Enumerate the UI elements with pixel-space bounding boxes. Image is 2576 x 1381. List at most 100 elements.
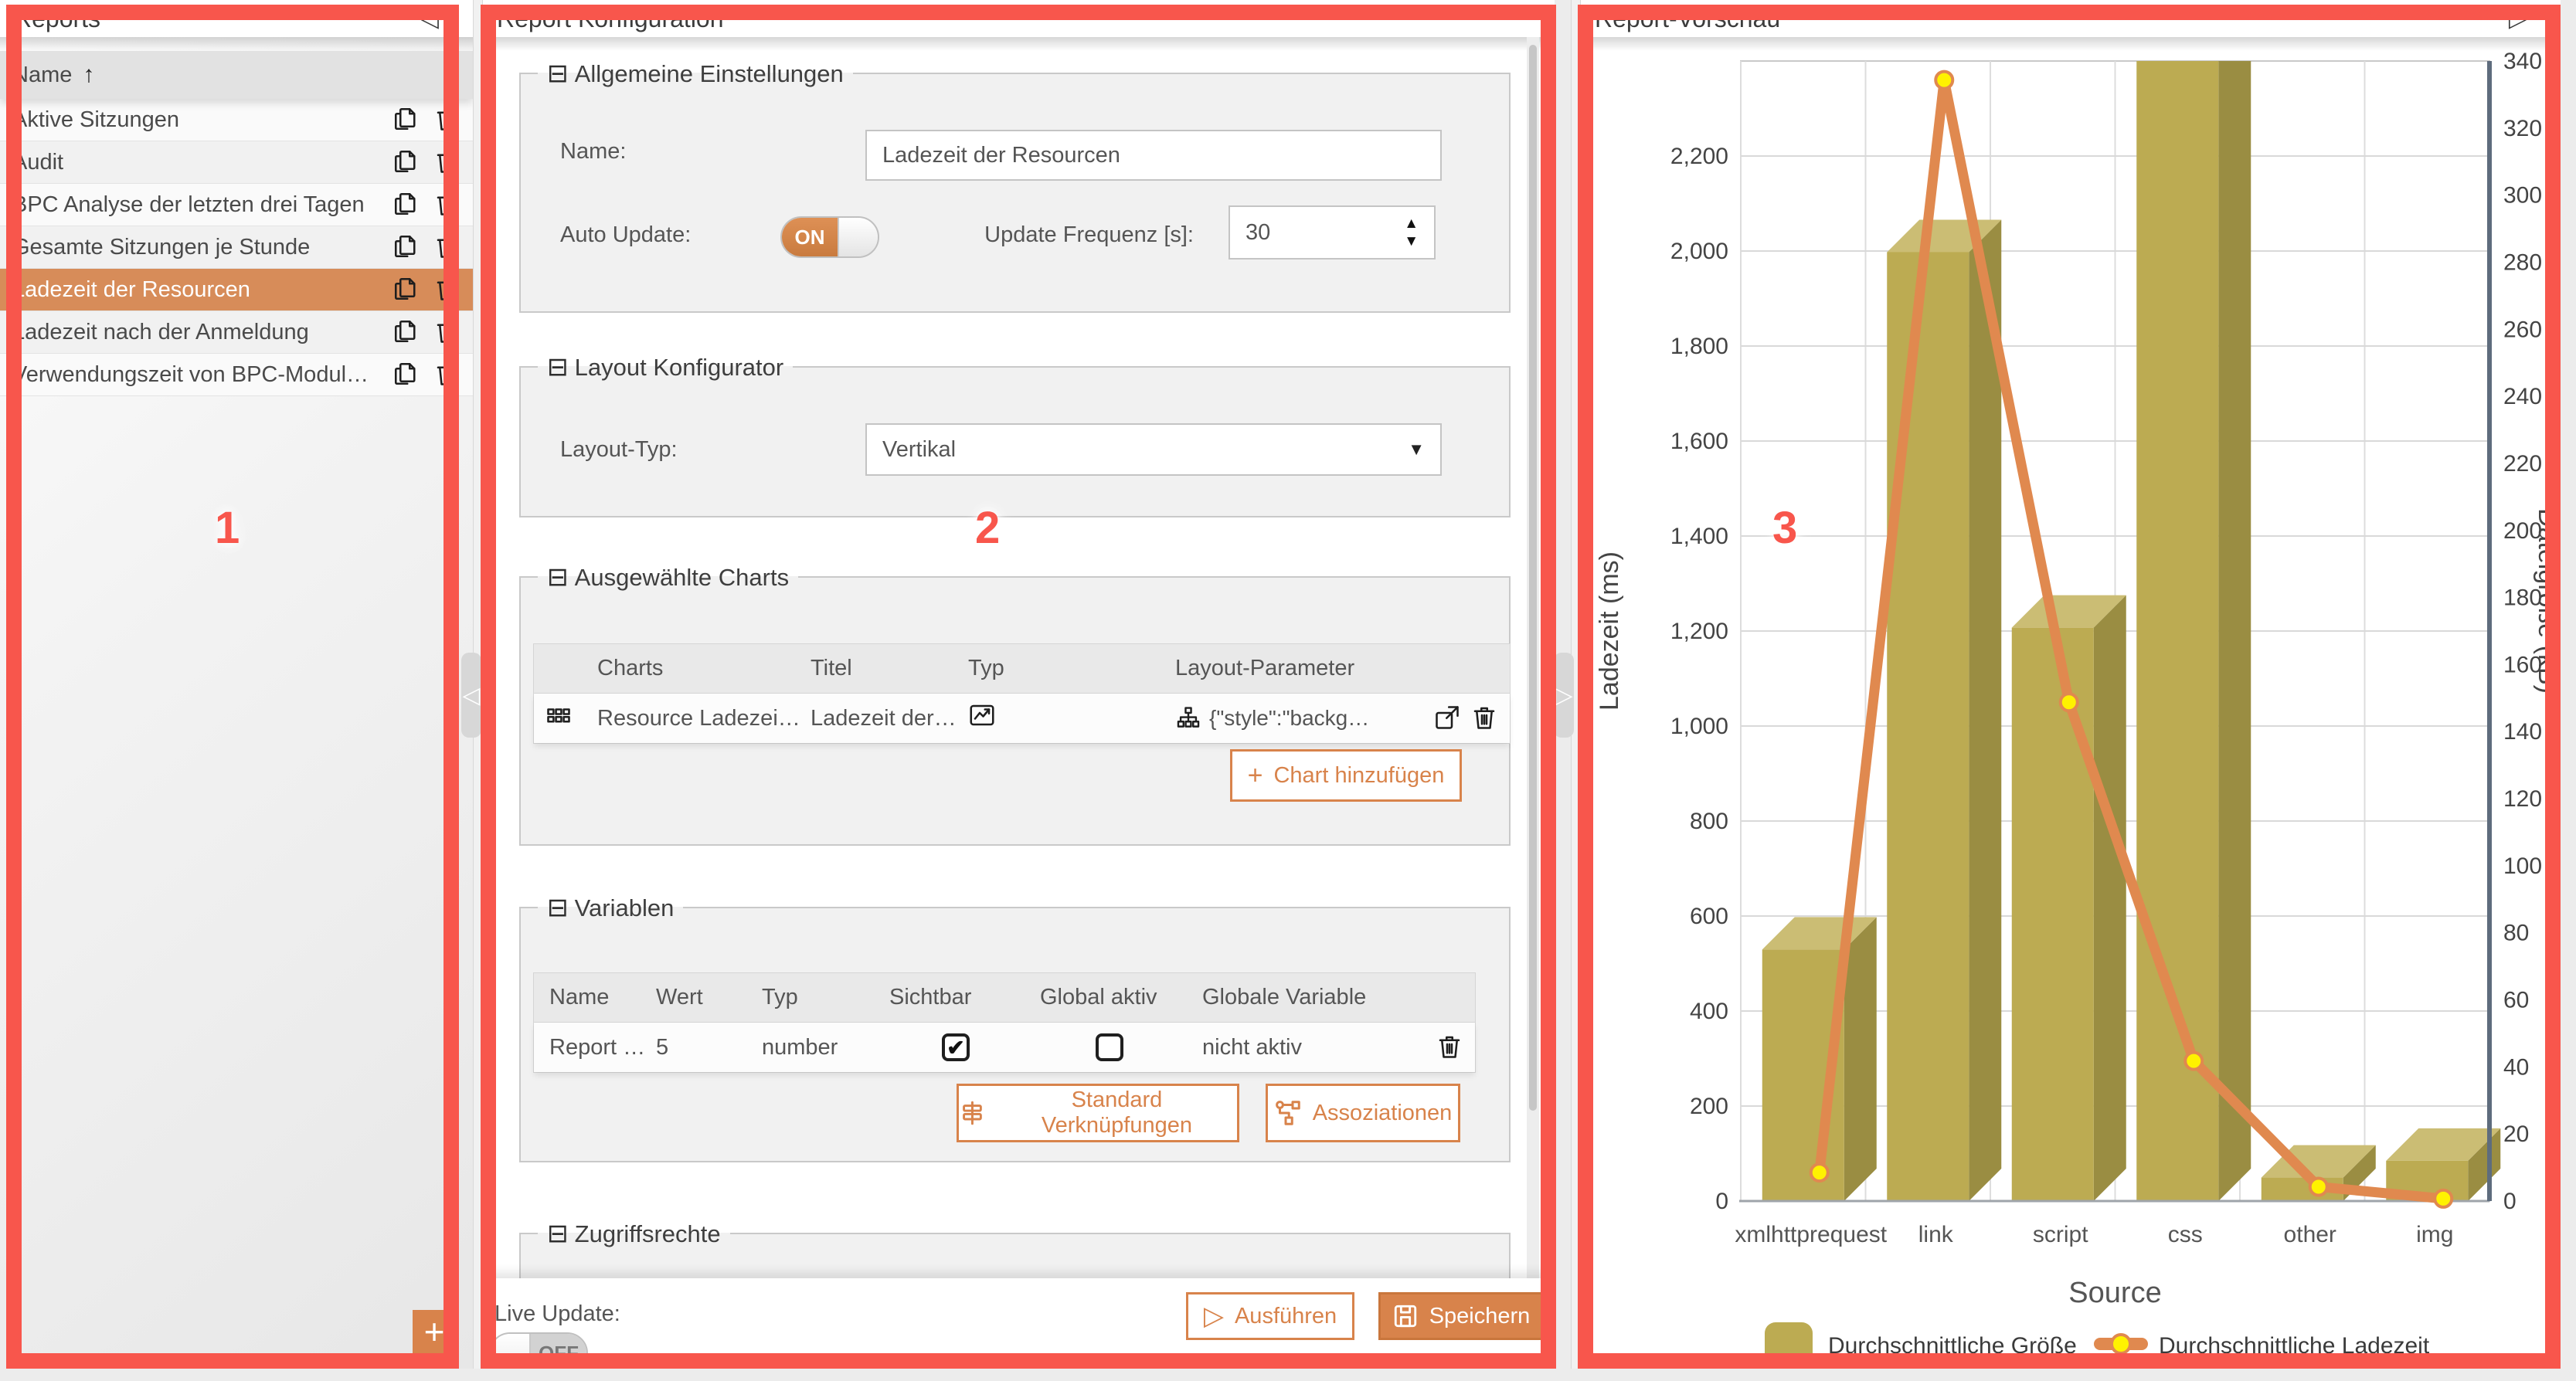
layout-type-label: Layout-Typ: xyxy=(560,437,678,463)
variables-title: Variablen xyxy=(575,894,675,921)
variable-table-row[interactable]: Report … 5 number ✔ nicht aktiv xyxy=(534,1023,1475,1072)
delete-report-button[interactable] xyxy=(433,359,462,390)
save-report-button[interactable]: Speichern xyxy=(1378,1292,1544,1340)
sort-ascending-icon[interactable]: ↑ xyxy=(83,62,94,88)
col-sichtbar: Sichtbar xyxy=(889,985,1040,1010)
run-report-button[interactable]: ▷ Ausführen xyxy=(1186,1292,1354,1340)
general-settings-section: ⊟Allgemeine Einstellungen xyxy=(519,58,1511,313)
svg-text:Durchschnittliche Größe: Durchschnittliche Größe xyxy=(1828,1333,2077,1359)
svg-text:140: 140 xyxy=(2503,719,2542,745)
svg-text:40: 40 xyxy=(2503,1054,2529,1080)
duplicate-report-button[interactable] xyxy=(391,147,420,178)
expand-panel-icon[interactable]: ▷ xyxy=(2509,5,2527,32)
global-active-checkbox[interactable] xyxy=(1096,1033,1123,1061)
duplicate-report-button[interactable] xyxy=(391,232,420,263)
duplicate-report-button[interactable] xyxy=(391,317,420,348)
add-chart-button[interactable]: + Chart hinzufügen xyxy=(1230,749,1462,802)
layout-parameter-value: {"style":"backg… xyxy=(1209,706,1369,731)
chart-name-cell: Resource Ladezei… xyxy=(597,706,811,731)
copy-icon xyxy=(392,274,420,304)
live-update-label: Live Update: xyxy=(494,1301,620,1327)
delete-report-button[interactable] xyxy=(433,104,462,135)
auto-update-toggle[interactable]: ON xyxy=(780,216,879,258)
delete-report-button[interactable] xyxy=(433,274,462,305)
report-list-item[interactable]: Audit xyxy=(0,141,473,184)
trash-icon xyxy=(433,147,461,176)
collapse-panel-icon[interactable]: ◁ xyxy=(421,5,439,32)
collapse-left-handle[interactable]: ◁ xyxy=(461,653,481,738)
delete-report-button[interactable] xyxy=(433,232,462,263)
svg-text:1,600: 1,600 xyxy=(1670,429,1728,454)
associations-label: Assoziationen xyxy=(1313,1101,1453,1126)
delete-report-button[interactable] xyxy=(433,189,462,220)
svg-text:img: img xyxy=(2416,1222,2453,1247)
svg-text:100: 100 xyxy=(2503,853,2542,879)
update-frequency-value: 30 xyxy=(1246,220,1270,246)
header-shadow xyxy=(0,37,473,51)
variables-table-header: Name Wert Typ Sichtbar Global aktiv Glob… xyxy=(534,973,1475,1023)
copy-icon xyxy=(392,317,420,346)
duplicate-report-button[interactable] xyxy=(391,104,420,135)
preview-panel-header: Report-Vorschau ▷ xyxy=(1581,0,2561,37)
duplicate-report-button[interactable] xyxy=(391,189,420,220)
delete-report-button[interactable] xyxy=(433,317,462,348)
svg-text:220: 220 xyxy=(2503,451,2542,477)
charts-table-header: Charts Titel Typ Layout-Parameter xyxy=(534,644,1510,694)
access-rights-title: Zugriffsrechte xyxy=(575,1220,721,1247)
report-list-item[interactable]: BPC Analyse der letzten drei Tagen xyxy=(0,184,473,226)
report-list-item[interactable]: Aktive Sitzungen xyxy=(0,99,473,141)
variable-value-cell: 5 xyxy=(656,1035,762,1060)
signpost-icon xyxy=(959,1099,986,1127)
config-scrollbar[interactable] xyxy=(1527,37,1539,1369)
delete-report-button[interactable] xyxy=(433,147,462,178)
report-list-item[interactable]: Verwendungszeit von BPC-Modul… xyxy=(0,354,473,396)
report-list-item[interactable]: Ladezeit nach der Anmeldung xyxy=(0,311,473,354)
reports-name-column-header[interactable]: Name ↑ xyxy=(0,51,473,99)
svg-text:Ladezeit (ms): Ladezeit (ms) xyxy=(1595,551,1624,711)
config-panel-header: Report Konfiguration xyxy=(483,0,1555,37)
collapse-section-icon[interactable]: ⊟ xyxy=(547,1219,569,1247)
col-typ: Typ xyxy=(762,985,889,1010)
associations-button[interactable]: Assoziationen xyxy=(1266,1084,1460,1142)
auto-update-label: Auto Update: xyxy=(560,222,691,248)
trash-icon xyxy=(433,274,461,304)
standard-links-button[interactable]: Standard Verknüpfungen xyxy=(957,1084,1239,1142)
collapse-section-icon[interactable]: ⊟ xyxy=(547,59,569,87)
collapse-section-icon[interactable]: ⊟ xyxy=(547,893,569,921)
add-report-button[interactable]: + xyxy=(413,1310,456,1353)
duplicate-report-button[interactable] xyxy=(391,274,420,305)
duplicate-report-button[interactable] xyxy=(391,359,420,390)
collapse-section-icon[interactable]: ⊟ xyxy=(547,352,569,381)
toggle-off-label: OFF xyxy=(531,1334,586,1369)
drag-handle-icon[interactable] xyxy=(545,701,573,730)
collapse-section-icon[interactable]: ⊟ xyxy=(547,562,569,591)
spinner-down-icon[interactable]: ▼ xyxy=(1404,235,1419,248)
spinner-up-icon[interactable]: ▲ xyxy=(1404,217,1419,230)
scrollbar-thumb[interactable] xyxy=(1529,45,1537,1111)
visible-checkbox[interactable]: ✔ xyxy=(942,1033,970,1061)
report-list-item[interactable]: Ladezeit der Resourcen xyxy=(0,269,473,311)
svg-text:60: 60 xyxy=(2503,988,2529,1013)
report-name-input[interactable]: Ladezeit der Resourcen xyxy=(865,130,1442,181)
live-update-toggle[interactable]: OFF xyxy=(489,1332,588,1369)
svg-text:xmlhttprequest: xmlhttprequest xyxy=(1735,1222,1887,1247)
report-name-value: Ladezeit der Resourcen xyxy=(882,143,1120,168)
config-panel-title: Report Konfiguration xyxy=(497,5,724,33)
variable-type-cell: number xyxy=(762,1035,889,1060)
svg-text:Dateigröße (kB): Dateigröße (kB) xyxy=(2533,508,2561,694)
collapse-right-handle[interactable]: ▷ xyxy=(1554,653,1574,738)
edit-chart-button[interactable] xyxy=(1432,703,1462,734)
update-frequency-input[interactable]: 30 ▲ ▼ xyxy=(1229,205,1436,260)
report-list-item[interactable]: Gesamte Sitzungen je Stunde xyxy=(0,226,473,269)
delete-chart-button[interactable] xyxy=(1470,703,1499,734)
col-titel: Titel xyxy=(811,656,968,681)
copy-icon xyxy=(392,147,420,176)
layout-type-select[interactable]: Vertikal ▼ xyxy=(865,423,1442,476)
general-settings-title: Allgemeine Einstellungen xyxy=(575,60,844,87)
name-column-label: Name xyxy=(12,63,72,88)
layout-tree-icon xyxy=(1175,705,1201,731)
chart-table-row[interactable]: Resource Ladezei… Ladezeit der… {"style"… xyxy=(534,694,1510,743)
delete-variable-button[interactable] xyxy=(1435,1032,1464,1063)
variables-table: Name Wert Typ Sichtbar Global aktiv Glob… xyxy=(533,972,1476,1073)
plus-icon: + xyxy=(1248,762,1263,789)
